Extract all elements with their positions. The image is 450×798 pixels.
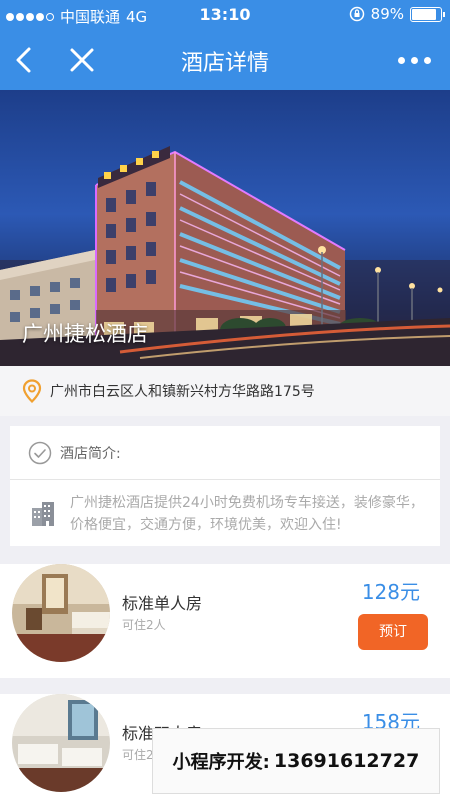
hotel-address[interactable]: 广州市白云区人和镇新兴村方华路路175号 — [0, 366, 450, 416]
hotel-intro-card: 酒店简介: 广州捷松酒店提供24小时免费机场专车接送，装修豪华，价格便宜，交通方… — [10, 426, 440, 546]
intro-body: 广州捷松酒店提供24小时免费机场专车接送，装修豪华，价格便宜，交通方便，环境优美… — [10, 480, 440, 536]
check-circle-icon — [28, 441, 52, 464]
room-capacity: 可住2人 — [122, 618, 166, 632]
room-name: 标准单人房 — [122, 594, 203, 613]
rotation-lock-icon — [349, 6, 364, 22]
room-photo — [12, 694, 110, 792]
room-photo-image — [12, 694, 110, 792]
promo-banner: 小程序开发: 13691612727 — [153, 729, 439, 793]
address-text: 广州市白云区人和镇新兴村方华路路175号 — [50, 384, 315, 400]
nav-bar: 酒店详情 — [0, 30, 450, 90]
battery-percent: 89% — [370, 5, 404, 23]
intro-label: 酒店简介: — [60, 445, 121, 462]
hotel-photo: 广州捷松酒店 — [0, 90, 450, 366]
battery-icon — [410, 6, 445, 22]
promo-phone: 13691612727 — [273, 750, 420, 772]
back-arrow-icon[interactable] — [10, 44, 40, 76]
close-icon[interactable] — [66, 44, 98, 76]
room-photo — [12, 564, 110, 662]
book-button[interactable]: 预订 — [358, 614, 428, 650]
room-price: 128元 — [361, 580, 420, 604]
intro-description: 广州捷松酒店提供24小时免费机场专车接送，装修豪华，价格便宜，交通方便，环境优美… — [70, 495, 424, 533]
room-photo-image — [12, 564, 110, 662]
more-options-icon[interactable] — [398, 48, 434, 72]
location-pin-icon — [22, 379, 42, 403]
status-right: 89% — [349, 5, 445, 23]
intro-header: 酒店简介: — [10, 426, 440, 480]
building-icon — [32, 502, 54, 526]
status-bar: 中国联通 4G 13:10 89% — [0, 0, 450, 30]
promo-label: 小程序开发: — [172, 752, 270, 773]
room-item[interactable]: 标准单人房 可住2人 128元 预订 — [0, 564, 450, 678]
hotel-name: 广州捷松酒店 — [22, 322, 148, 346]
